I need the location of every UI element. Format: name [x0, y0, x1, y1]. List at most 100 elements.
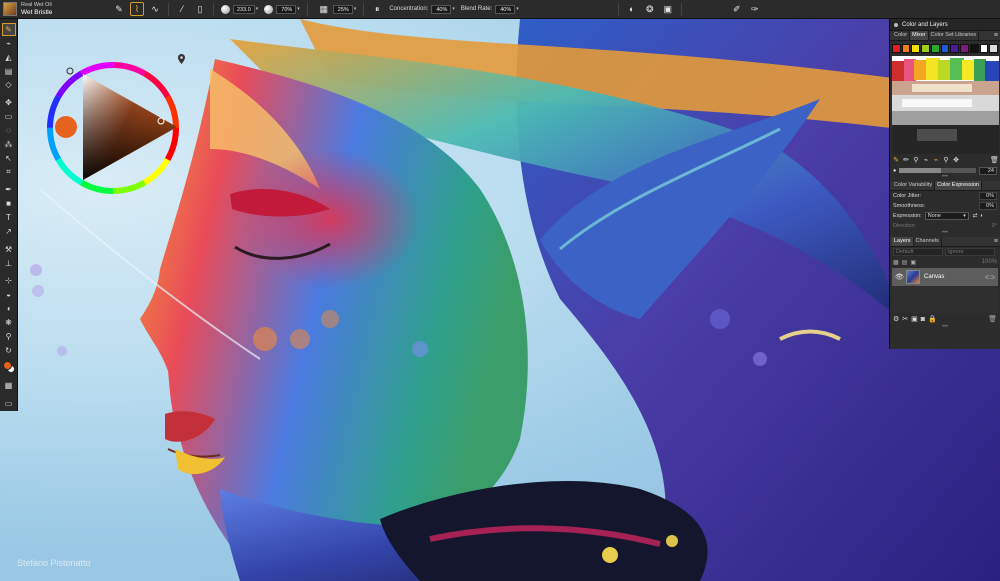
tab-layers[interactable]: Layers — [892, 237, 914, 246]
tab-color-set-libraries[interactable]: Color Set Libraries — [929, 31, 980, 40]
mixer-pan-icon[interactable]: ✥ — [952, 157, 960, 165]
burn-icon[interactable]: ◒ — [2, 288, 16, 301]
layer-opacity-value[interactable]: 100% — [982, 259, 997, 265]
color-wheel[interactable] — [43, 58, 183, 198]
grain-dropdown-icon[interactable]: ▾ — [354, 6, 357, 12]
stroke-path-icon[interactable]: ∿ — [148, 2, 162, 16]
apply-color-icon[interactable]: ✏ — [902, 157, 910, 165]
lock-icon[interactable]: 🔒 — [928, 315, 937, 323]
dab-type-icon[interactable]: ⌇ — [130, 2, 144, 16]
size-dropdown-icon[interactable]: ▾ — [256, 6, 259, 12]
magic-wand-icon[interactable]: ⁂ — [2, 138, 16, 151]
color-set-swatch[interactable] — [940, 44, 950, 53]
crop-icon[interactable]: ⌗ — [2, 166, 16, 179]
grain-input[interactable]: 25% — [332, 4, 353, 14]
screen-mode-icon[interactable]: ▭ — [2, 397, 16, 410]
paint-bucket-icon[interactable]: ◭ — [2, 51, 16, 64]
concentration-input[interactable]: 40% — [431, 4, 452, 14]
composite-method-select[interactable]: Default — [893, 248, 943, 256]
layers-menu-icon[interactable]: ≡ — [994, 238, 998, 245]
jitter-icon[interactable]: ▯ — [193, 2, 207, 16]
blend-rate-dropdown-icon[interactable]: ▾ — [516, 6, 519, 12]
panel-grip[interactable]: ••• — [890, 324, 1000, 331]
tab-color-expression[interactable]: Color Expression — [935, 181, 982, 190]
delete-layer-icon[interactable]: 🗑 — [988, 315, 997, 323]
layer-item-canvas[interactable]: 👁 Canvas ⊂⊃ — [892, 268, 998, 286]
brush-stroke-icon[interactable]: ✎ — [112, 2, 126, 16]
color-set-swatch[interactable] — [930, 44, 940, 53]
rotate-page-icon[interactable]: ↻ — [2, 344, 16, 357]
tab-color-variability[interactable]: Color Variability — [892, 181, 936, 190]
concentration-dropdown-icon[interactable]: ▾ — [452, 6, 455, 12]
layer-link-icon[interactable]: ⊂⊃ — [985, 274, 995, 281]
kaleidoscope-icon[interactable]: ❋ — [2, 316, 16, 329]
tab-channels[interactable]: Channels — [914, 237, 942, 246]
tab-color[interactable]: Color — [892, 31, 911, 40]
eraser-icon[interactable]: ◇ — [2, 78, 16, 91]
visibility-eye-icon[interactable]: 👁 — [895, 273, 904, 281]
gradient-icon[interactable]: ▤ — [2, 65, 16, 78]
transform-icon[interactable]: ✥ — [2, 96, 16, 109]
brush-settings-icon[interactable]: ✐ — [730, 2, 744, 16]
brush-tools-icon[interactable]: ✑ — [748, 2, 762, 16]
mix-color-icon[interactable]: ⚲ — [912, 157, 920, 165]
dropper-tool-icon[interactable]: ⌁ — [2, 37, 16, 50]
new-layer-icon[interactable]: ▣ — [911, 315, 918, 323]
color-set-swatch[interactable] — [969, 44, 979, 53]
mixer-zoom-icon[interactable]: ⚲ — [942, 157, 950, 165]
pause-icon[interactable]: ⏸ — [370, 2, 384, 16]
color-set-swatch[interactable] — [901, 44, 911, 53]
mixer-pad[interactable] — [892, 56, 999, 154]
rectangle-select-icon[interactable]: ▭ — [2, 110, 16, 123]
blend-rate-input[interactable]: 40% — [495, 4, 516, 14]
text-icon[interactable]: T — [2, 211, 16, 224]
smoothness-input[interactable]: 0% — [979, 202, 997, 210]
color-set-swatch[interactable] — [979, 44, 989, 53]
stamp-icon[interactable]: ◐ — [625, 2, 639, 16]
opacity-input[interactable]: 70% — [276, 4, 297, 14]
lasso-icon[interactable]: ◌ — [2, 124, 16, 137]
brush-tool-icon[interactable]: ✎ — [1, 23, 16, 36]
main-color-swatch[interactable] — [2, 360, 12, 370]
color-set-swatch[interactable] — [960, 44, 969, 53]
dynamic-plugins-icon[interactable]: ✂ — [902, 315, 908, 323]
clear-mixer-icon[interactable]: 🗑 — [990, 157, 999, 165]
hue-handle[interactable] — [66, 67, 74, 75]
mixer-size-slider[interactable] — [899, 168, 976, 173]
layer-commands-icon[interactable]: ⚙ — [893, 315, 899, 323]
pen-icon[interactable]: ✒ — [2, 183, 16, 196]
rubber-stamp-icon[interactable]: ⊥ — [2, 257, 16, 270]
brush-selector[interactable]: Real Wet Oil Wet Bristle — [0, 0, 110, 19]
color-jitter-input[interactable]: 0% — [979, 192, 997, 200]
layer-adjuster-icon[interactable]: ↖ — [2, 152, 16, 165]
expression-select[interactable]: None — [924, 212, 969, 220]
panel-menu-icon[interactable]: ≡ — [994, 32, 998, 39]
color-set-swatch[interactable] — [911, 44, 921, 53]
shape-icon[interactable]: ■ — [2, 197, 16, 210]
mixer-size-input[interactable]: 24 — [979, 166, 997, 175]
preserve-transparency-icon[interactable]: ▦ — [893, 259, 899, 266]
layer-mask-icon[interactable]: ◙ — [921, 316, 925, 323]
tab-mixer[interactable]: Mixer — [910, 31, 929, 40]
opacity-dropdown-icon[interactable]: ▾ — [297, 6, 300, 12]
color-set-swatch[interactable] — [989, 44, 999, 53]
size-input[interactable]: 233.0 — [233, 4, 255, 14]
dodge-icon[interactable]: ⊹ — [2, 274, 16, 287]
texture-icon[interactable]: ❂ — [643, 2, 657, 16]
pick-up-color-icon[interactable]: ▤ — [902, 259, 908, 266]
cloner-icon[interactable]: ⚒ — [2, 243, 16, 256]
dirty-brush-icon[interactable]: ✎ — [892, 157, 900, 165]
paper-icon[interactable]: ▦ — [2, 379, 16, 392]
selection-adjuster-icon[interactable]: ↗ — [2, 225, 16, 238]
color-set-swatch[interactable] — [892, 44, 901, 53]
mirror-icon[interactable]: ◖ — [2, 302, 16, 315]
invert-icon[interactable]: ⇄ — [973, 213, 978, 219]
color-set-swatch[interactable] — [950, 44, 960, 53]
direction-value[interactable]: 0° — [992, 223, 997, 229]
magnifier-icon[interactable]: ⚲ — [2, 330, 16, 343]
composite-depth-select[interactable]: Ignore — [945, 248, 995, 256]
expression-toggle-icon[interactable]: ◐ — [980, 213, 983, 219]
clone-icon[interactable]: ▣ — [661, 2, 675, 16]
sample-multiple-icon[interactable]: ⌁ — [932, 157, 940, 165]
panel-title-bar[interactable]: Color and Layers — [890, 19, 1000, 31]
